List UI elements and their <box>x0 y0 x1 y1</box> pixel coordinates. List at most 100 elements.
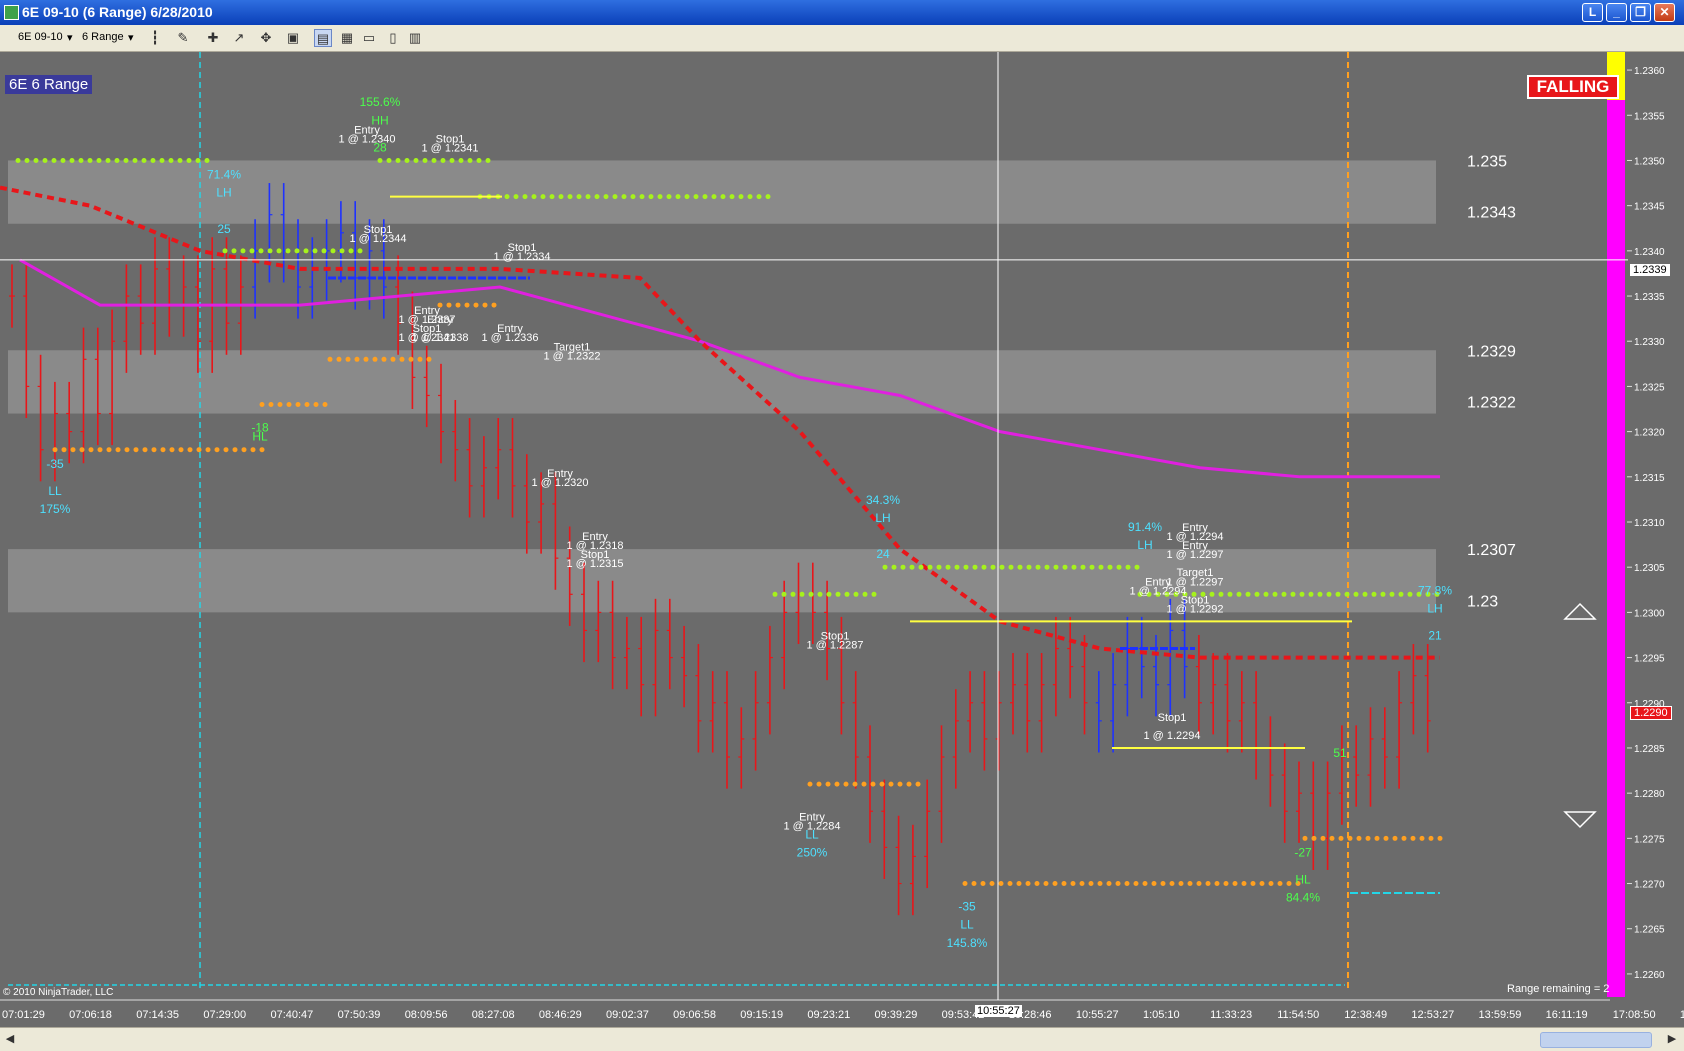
swing-dot <box>196 447 202 453</box>
swing-dot <box>458 157 464 163</box>
swing-dot <box>1116 564 1122 570</box>
instrument-selector[interactable]: 6E 09-10 <box>18 31 63 43</box>
scroll-right-icon[interactable]: ▶ <box>1664 1031 1680 1047</box>
swing-dot <box>1034 881 1040 887</box>
data-box-icon[interactable]: ▣ <box>284 29 302 47</box>
price-chart[interactable]: 1.235 1.2343 1.2329 1.2322 1.2307 1.23 1.2360 1… <box>0 52 1684 1027</box>
swing-dot <box>114 157 120 163</box>
swing-dot <box>927 564 933 570</box>
swing-label: 71.4% <box>207 168 241 182</box>
crosshair-icon[interactable]: ✥ <box>257 29 275 47</box>
swing-dot <box>945 564 951 570</box>
swing-dot <box>999 564 1005 570</box>
y-tick-label: 1.2280 <box>1634 789 1665 800</box>
link-button[interactable]: L <box>1582 3 1603 22</box>
scroll-thumb[interactable] <box>1540 1032 1652 1048</box>
y-tick-label: 1.2285 <box>1634 744 1665 755</box>
swing-dot <box>666 194 672 200</box>
y-tick-label: 1.2350 <box>1634 156 1665 167</box>
y-tick-label: 1.2260 <box>1634 970 1665 981</box>
horizontal-scrollbar[interactable]: ◀ ▶ <box>0 1027 1684 1051</box>
swing-dot <box>440 157 446 163</box>
swing-dot <box>1088 881 1094 887</box>
swing-dot <box>431 157 437 163</box>
y-tick-label: 1.2300 <box>1634 608 1665 619</box>
swing-dot <box>765 194 771 200</box>
swing-dot <box>1053 564 1059 570</box>
swing-dot <box>1338 835 1344 841</box>
swing-dot <box>473 302 479 308</box>
swing-dot <box>1245 591 1251 597</box>
swing-dot <box>1286 881 1292 887</box>
x-tick-label: 13:59:59 <box>1479 1009 1522 1021</box>
swing-dot <box>1374 835 1380 841</box>
swing-dot <box>594 194 600 200</box>
period-selector[interactable]: 6 Range <box>82 31 124 43</box>
swing-dot <box>79 447 85 453</box>
trade-label: 1 @ 1.2336 <box>481 332 538 344</box>
swing-dot <box>232 447 238 453</box>
minimize-icon[interactable]: _ <box>1606 3 1627 22</box>
indicator-icon[interactable]: ✚ <box>204 29 222 47</box>
snapshot-icon[interactable]: ▭ <box>360 29 378 47</box>
y-tick-label: 1.2275 <box>1634 834 1665 845</box>
swing-dot <box>390 356 396 362</box>
y-tick-label: 1.2355 <box>1634 111 1665 122</box>
x-tick-label: 08:09:56 <box>405 1009 448 1021</box>
zone-low-label: 1.2343 <box>1467 205 1516 222</box>
swing-dot <box>1365 835 1371 841</box>
swing-dot <box>1437 835 1443 841</box>
x-tick-label: 09:15:19 <box>740 1009 783 1021</box>
swing-dot <box>408 356 414 362</box>
swing-dot <box>1344 591 1350 597</box>
swing-dot <box>240 248 246 254</box>
swing-dot <box>1299 591 1305 597</box>
close-icon[interactable]: ✕ <box>1654 3 1675 22</box>
swing-dot <box>879 781 885 787</box>
swing-dot <box>808 591 814 597</box>
swing-dot <box>1326 591 1332 597</box>
swing-dot <box>1398 591 1404 597</box>
trade-label: 1 @ 1.2320 <box>531 477 588 489</box>
swing-dot <box>1205 881 1211 887</box>
swing-dot <box>1232 881 1238 887</box>
layout-icon[interactable]: ▥ <box>406 29 424 47</box>
swing-dot <box>69 157 75 163</box>
swing-dot <box>386 157 392 163</box>
swing-dot <box>852 781 858 787</box>
share-icon[interactable]: ▯ <box>384 29 402 47</box>
period-dropdown-icon[interactable]: ▾ <box>128 31 134 44</box>
range-remaining-text: Range remaining = 2 <box>1507 983 1610 995</box>
swing-dot <box>1317 591 1323 597</box>
swing-dot <box>259 447 265 453</box>
y-tick-label: 1.2315 <box>1634 473 1665 484</box>
instrument-dropdown-icon[interactable]: ▾ <box>67 31 73 44</box>
swing-dot <box>78 157 84 163</box>
swing-dot <box>42 157 48 163</box>
drawing-tool-icon[interactable]: ✎ <box>174 29 192 47</box>
restore-icon[interactable]: ❐ <box>1630 3 1651 22</box>
swing-dot <box>476 157 482 163</box>
swing-dot <box>1134 564 1140 570</box>
crosshair-time-label: 10:55:27 <box>975 1005 1022 1017</box>
scroll-left-icon[interactable]: ◀ <box>2 1031 18 1047</box>
y-tick-label: 1.2265 <box>1634 925 1665 936</box>
swing-dot <box>277 402 283 407</box>
trade-label: Stop1 <box>1158 712 1187 724</box>
swing-dot <box>1115 881 1121 887</box>
swing-dot <box>549 194 555 200</box>
properties-icon[interactable]: ▦ <box>338 29 356 47</box>
swing-label: 250% <box>797 845 828 859</box>
swing-dot <box>60 157 66 163</box>
chart-trader-icon[interactable]: ▤ <box>314 29 332 47</box>
swing-dot <box>1043 881 1049 887</box>
strategy-icon[interactable]: ↗ <box>230 29 248 47</box>
chart-area[interactable]: 1.235 1.2343 1.2329 1.2322 1.2307 1.23 1.2360 1… <box>0 52 1684 1027</box>
swing-dot <box>1308 591 1314 597</box>
swing-dot <box>241 447 247 453</box>
bar-type-icon[interactable]: ┇ <box>146 29 164 47</box>
swing-label: LH <box>875 511 890 525</box>
zone-high-label: 1.2307 <box>1467 542 1516 559</box>
swing-dot <box>1079 881 1085 887</box>
swing-dot <box>1263 591 1269 597</box>
